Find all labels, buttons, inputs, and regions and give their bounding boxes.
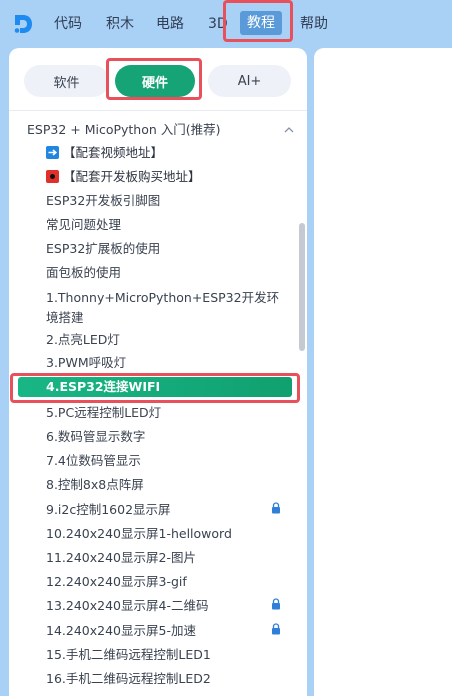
- lock-icon: [272, 598, 280, 610]
- section-title: ESP32 + MicoPython 入门(推荐): [27, 122, 221, 137]
- list-item[interactable]: ESP32扩展板的使用: [46, 240, 296, 258]
- list-item[interactable]: 16.手机二维码远程控制LED2: [46, 670, 296, 688]
- list-item[interactable]: 10.240x240显示屏1-helloword: [46, 525, 296, 543]
- tab-hardware[interactable]: 硬件: [115, 65, 195, 97]
- list-item[interactable]: 11.240x240显示屏2-图片: [46, 549, 296, 567]
- lock-icon: [272, 623, 280, 635]
- red-square-icon: [46, 170, 59, 183]
- list-item[interactable]: 6.数码管显示数字: [46, 428, 296, 446]
- list-item[interactable]: 12.240x240显示屏3-gif: [46, 573, 296, 591]
- list-item-locked[interactable]: 9.i2c控制1602显示屏: [46, 501, 296, 519]
- app-logo-icon[interactable]: [11, 12, 35, 36]
- list-item[interactable]: 面包板的使用: [46, 264, 296, 282]
- list-item-active[interactable]: 4.ESP32连接WIFI: [18, 377, 292, 397]
- list-item[interactable]: 8.控制8x8点阵屏: [46, 476, 296, 494]
- section-header[interactable]: ESP32 + MicoPython 入门(推荐): [27, 120, 294, 140]
- list-item-locked[interactable]: 14.240x240显示屏5-加速: [46, 622, 296, 640]
- list-item[interactable]: 3.PWM呼吸灯: [46, 354, 296, 372]
- chevron-up-icon[interactable]: [282, 120, 296, 140]
- list-item[interactable]: 15.手机二维码远程控制LED1: [46, 646, 296, 664]
- list-item[interactable]: 7.4位数码管显示: [46, 452, 296, 470]
- tabs-divider: [9, 110, 307, 111]
- nav-help[interactable]: 帮助: [300, 15, 328, 33]
- category-tabs: 软件 硬件 AI+: [9, 48, 307, 112]
- tab-ai[interactable]: AI+: [208, 65, 291, 97]
- nav-code[interactable]: 代码: [54, 15, 82, 33]
- content-panel: [314, 48, 452, 696]
- nav-circuit[interactable]: 电路: [156, 15, 184, 33]
- list-item-video[interactable]: 【配套视频地址】: [46, 144, 296, 162]
- list-item-locked[interactable]: 13.240x240显示屏4-二维码: [46, 597, 296, 615]
- top-nav: 代码 积木 电路 3D 教程 帮助: [0, 0, 452, 48]
- nav-blocks[interactable]: 积木: [106, 15, 134, 33]
- list-item[interactable]: 2.点亮LED灯: [46, 331, 296, 349]
- list-item-buy[interactable]: 【配套开发板购买地址】: [46, 168, 296, 186]
- list-item[interactable]: 1.Thonny+MicroPython+ESP32开发环境搭建: [46, 288, 282, 328]
- list-item[interactable]: 常见问题处理: [46, 216, 296, 234]
- scrollbar-thumb[interactable]: [299, 223, 305, 351]
- nav-tutorial[interactable]: 教程: [240, 11, 282, 35]
- tutorial-sidebar: 软件 硬件 AI+ ESP32 + MicoPython 入门(推荐) 【配套视…: [9, 48, 307, 696]
- list-item[interactable]: ESP32开发板引脚图: [46, 192, 296, 210]
- tab-software[interactable]: 软件: [24, 65, 109, 97]
- nav-3d[interactable]: 3D: [208, 15, 228, 33]
- list-item[interactable]: 5.PC远程控制LED灯: [46, 404, 296, 422]
- arrow-right-icon: [46, 146, 59, 159]
- lock-icon: [272, 502, 280, 514]
